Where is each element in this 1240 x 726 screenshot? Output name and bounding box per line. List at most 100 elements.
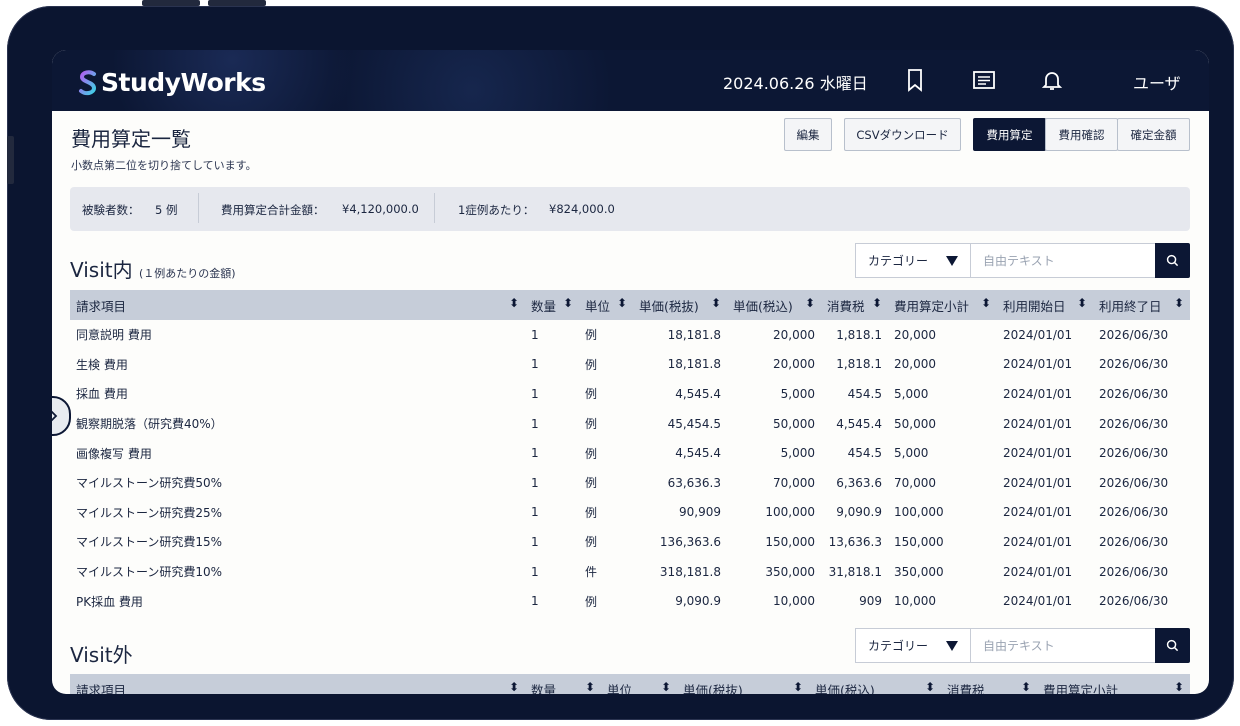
column-header-label: 消費税 — [947, 682, 985, 695]
tablet-frame: StudyWorks 2024.06.26 水曜日 ユーザ 費用算定一覧 小数点… — [7, 6, 1234, 720]
column-header[interactable]: 数量 ⬍ — [525, 674, 601, 694]
table-cell: 採血 費用 — [76, 387, 128, 402]
sort-icon[interactable]: ⬍ — [1077, 296, 1087, 310]
column-header[interactable]: 請求項目 ⬍ — [70, 674, 525, 694]
column-header[interactable]: 利用開始日 ⬍ — [997, 290, 1093, 320]
tab-final-amount[interactable]: 確定金額 — [1117, 118, 1190, 151]
table-cell: 2024/01/01 — [1003, 505, 1073, 520]
table-cell: 例 — [585, 446, 598, 461]
table-row[interactable]: 生検 費用 1 例 18,181.8 20,000 1,818.1 20,000 2024/0… — [70, 350, 1190, 380]
table-cell: 9,090.9 — [675, 594, 721, 609]
column-header[interactable]: 利用終了日 ⬍ — [1093, 290, 1190, 320]
table-row[interactable]: マイルストーン研究費25% 1 例 90,909 100,000 9,090.9 100,0… — [70, 498, 1190, 528]
csv-download-button[interactable]: CSVダウンロード — [844, 118, 961, 151]
sort-icon[interactable]: ⬍ — [509, 296, 519, 310]
total-label: 費用算定合計金額： — [221, 203, 325, 217]
column-header[interactable]: 単価(税込) ⬍ — [727, 290, 821, 320]
sort-icon[interactable]: ⬍ — [563, 296, 573, 310]
table-cell: 4,545.4 — [836, 416, 882, 431]
table-cell: 2024/01/01 — [1003, 446, 1073, 461]
table-cell: 画像複写 費用 — [76, 446, 152, 461]
column-header[interactable]: 単価(税込) ⬍ — [809, 674, 941, 694]
table-cell: 45,454.5 — [667, 416, 721, 431]
search-button[interactable] — [1155, 628, 1190, 663]
visit-in-note: (１例あたりの金額) — [138, 267, 236, 280]
table-cell: 350,000 — [894, 564, 944, 579]
tab-cost-confirmation[interactable]: 費用確認 — [1045, 118, 1118, 151]
logo-mark-icon — [79, 69, 97, 95]
sort-icon[interactable]: ⬍ — [981, 296, 991, 310]
summary-bar: 被験者数： 5 例 費用算定合計金額： ¥4,120,000.0 1症例あたり：… — [70, 187, 1190, 231]
free-text-input[interactable]: 自由テキスト — [970, 243, 1156, 278]
table-row[interactable]: 採血 費用 1 例 4,545.4 5,000 454.5 5,000 2024/01/01 2… — [70, 379, 1190, 409]
column-header[interactable]: 単価(税抜) ⬍ — [677, 674, 809, 694]
column-header[interactable]: 費用算定小計 ⬍ — [888, 290, 997, 320]
table-cell: 1 — [531, 534, 539, 549]
user-menu[interactable]: ユーザ — [1133, 70, 1181, 94]
table-cell: 20,000 — [894, 327, 936, 342]
category-select[interactable]: カテゴリー — [855, 628, 971, 663]
table-row[interactable]: マイルストーン研究費15% 1 例 136,363.6 150,000 13,636.3 1… — [70, 527, 1190, 557]
table-cell: 100,000 — [765, 505, 815, 520]
search-button[interactable] — [1155, 243, 1190, 278]
table-cell: 1,818.1 — [836, 357, 882, 372]
sort-icon[interactable]: ⬍ — [793, 680, 803, 694]
table-cell: 例 — [585, 357, 598, 372]
column-header-label: 単位 — [585, 298, 611, 314]
edit-button[interactable]: 編集 — [784, 118, 832, 151]
free-text-input[interactable]: 自由テキスト — [970, 628, 1156, 663]
sort-icon[interactable]: ⬍ — [585, 680, 595, 694]
column-header-label: 利用開始日 — [1003, 298, 1066, 314]
sort-icon[interactable]: ⬍ — [925, 680, 935, 694]
column-header-label: 費用算定小計 — [894, 298, 970, 314]
table-cell: 例 — [585, 387, 598, 402]
column-header-label: 消費税 — [827, 298, 865, 314]
table-cell: 2026/06/30 — [1099, 446, 1169, 461]
table-cell: 20,000 — [773, 357, 815, 372]
column-header[interactable]: 数量 ⬍ — [525, 290, 579, 320]
sidebar-toggle-button[interactable] — [52, 396, 71, 436]
table-cell: 2026/06/30 — [1099, 327, 1169, 342]
sort-icon[interactable]: ⬍ — [872, 296, 882, 310]
table-cell: 1 — [531, 446, 539, 461]
table-row[interactable]: 観察期脱落（研究費40%） 1 例 45,454.5 50,000 4,545.4 50,0… — [70, 409, 1190, 439]
table-cell: 1 — [531, 386, 539, 401]
visit-out-table: 請求項目 ⬍ 数量 ⬍ 単位 ⬍ 単価(税抜) ⬍ 単価(税込) ⬍ 消費税 ⬍ 費用算定小計 ⬍ — [70, 674, 1190, 694]
app-logo[interactable]: StudyWorks — [78, 68, 266, 97]
table-cell: 18,181.8 — [667, 357, 721, 372]
sort-icon[interactable]: ⬍ — [1021, 680, 1031, 694]
sort-icon[interactable]: ⬍ — [805, 296, 815, 310]
table-cell: 5,000 — [780, 386, 815, 401]
table-row[interactable]: 画像複写 費用 1 例 4,545.4 5,000 454.5 5,000 2024/01/0… — [70, 438, 1190, 468]
category-select[interactable]: カテゴリー — [855, 243, 971, 278]
column-header[interactable]: 単位 ⬍ — [601, 674, 677, 694]
column-header[interactable]: 単位 ⬍ — [579, 290, 633, 320]
table-cell: 2026/06/30 — [1099, 505, 1169, 520]
sort-icon[interactable]: ⬍ — [1174, 296, 1184, 310]
table-cell: 90,909 — [679, 505, 721, 520]
table-cell: 1 — [531, 505, 539, 520]
bell-icon[interactable] — [1040, 68, 1064, 92]
table-row[interactable]: マイルストーン研究費10% 1 件 318,181.8 350,000 31,818.1 3… — [70, 557, 1190, 587]
table-cell: 20,000 — [773, 327, 815, 342]
table-row[interactable]: マイルストーン研究費50% 1 例 63,636.3 70,000 6,363.6 70,0… — [70, 468, 1190, 498]
column-header[interactable]: 請求項目 ⬍ — [70, 290, 525, 320]
tab-cost-calculation[interactable]: 費用算定 — [973, 118, 1046, 151]
table-row[interactable]: 同意説明 費用 1 例 18,181.8 20,000 1,818.1 20,000 2024… — [70, 320, 1190, 350]
sort-icon[interactable]: ⬍ — [661, 680, 671, 694]
message-icon[interactable] — [972, 68, 996, 92]
sort-icon[interactable]: ⬍ — [711, 296, 721, 310]
table-cell: 5,000 — [780, 446, 815, 461]
table-row[interactable]: PK採血 費用 1 例 9,090.9 10,000 909 10,000 2024/01/0… — [70, 586, 1190, 616]
sort-icon[interactable]: ⬍ — [509, 680, 519, 694]
table-cell: 生検 費用 — [76, 357, 128, 372]
column-header-label: 単価(税抜) — [683, 682, 743, 695]
table-cell: 2024/01/01 — [1003, 534, 1073, 549]
column-header[interactable]: 消費税 ⬍ — [821, 290, 888, 320]
column-header[interactable]: 費用算定小計 ⬍ — [1037, 674, 1190, 694]
column-header[interactable]: 単価(税抜) ⬍ — [633, 290, 727, 320]
bookmark-icon[interactable] — [903, 68, 927, 92]
column-header[interactable]: 消費税 ⬍ — [941, 674, 1037, 694]
sort-icon[interactable]: ⬍ — [1174, 680, 1184, 694]
sort-icon[interactable]: ⬍ — [617, 296, 627, 310]
